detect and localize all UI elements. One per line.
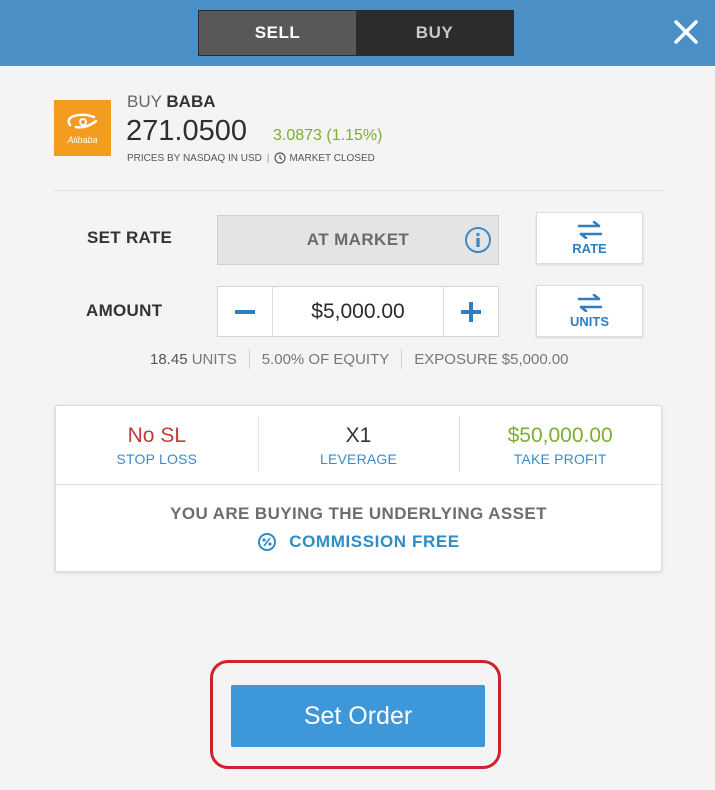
rate-toggle-label: RATE: [572, 240, 607, 256]
stat-separator: [401, 349, 403, 369]
tab-buy[interactable]: BUY: [356, 11, 513, 55]
exposure-stat: EXPOSURE $5,000.00: [414, 350, 569, 368]
take-profit-setting[interactable]: $50,000.00 TAKE PROFIT: [459, 406, 661, 484]
risk-card: No SL STOP LOSS X1 LEVERAGE $50,000.00 T…: [55, 405, 662, 572]
instrument-price: 271.0500: [126, 115, 247, 147]
price-source: PRICES BY NASDAQ IN USD: [127, 152, 262, 164]
price-change: 3.0873 (1.15%): [273, 127, 383, 144]
instrument-symbol: BABA: [166, 92, 216, 111]
underlying-asset-notice: YOU ARE BUYING THE UNDERLYING ASSET: [170, 504, 547, 523]
amount-input[interactable]: $5,000.00: [273, 287, 443, 336]
increase-amount-button[interactable]: [443, 287, 498, 336]
sell-buy-toggle: SELL BUY: [198, 10, 514, 56]
take-profit-value: $50,000.00: [507, 423, 613, 447]
commission-free-link[interactable]: COMMISSION FREE: [56, 532, 661, 552]
units-toggle-label: UNITS: [570, 313, 609, 329]
commission-free-text: COMMISSION FREE: [289, 532, 460, 551]
set-rate-label: SET RATE: [87, 228, 173, 247]
rate-toggle-button[interactable]: RATE: [536, 212, 643, 264]
take-profit-label: TAKE PROFIT: [513, 450, 607, 467]
leverage-label: LEVERAGE: [319, 450, 398, 467]
meta-separator: |: [266, 152, 270, 164]
rate-field[interactable]: AT MARKET: [217, 215, 499, 265]
units-text: UNITS: [191, 350, 237, 368]
equity-stat: 5.00% OF EQUITY: [261, 350, 390, 368]
set-order-button[interactable]: Set Order: [231, 685, 485, 747]
logo-text: Alibaba: [67, 135, 98, 145]
minus-icon: [235, 309, 255, 314]
instrument-title: BUY BABA: [127, 92, 216, 112]
divider: [54, 190, 663, 191]
stat-separator: [248, 349, 250, 369]
market-status: MARKET CLOSED: [289, 152, 375, 164]
units-stat: 18.45 UNITS: [150, 351, 237, 368]
units-toggle-button[interactable]: UNITS: [536, 285, 643, 337]
stop-loss-label: STOP LOSS: [116, 450, 198, 467]
alibaba-logo-icon: [66, 113, 97, 129]
clock-icon: [274, 152, 287, 164]
price-meta: PRICES BY NASDAQ IN USD | MARKET CLOSED: [127, 152, 375, 164]
units-value: 18.45: [150, 350, 188, 368]
leverage-value: X1: [345, 423, 372, 447]
stop-loss-setting[interactable]: No SL STOP LOSS: [56, 406, 258, 484]
plus-icon: [461, 301, 481, 322]
amount-stepper: $5,000.00: [217, 286, 499, 337]
leverage-setting[interactable]: X1 LEVERAGE: [257, 406, 460, 484]
instrument-action: BUY: [127, 92, 162, 111]
commission-icon: [258, 533, 277, 551]
close-icon[interactable]: [668, 14, 704, 50]
rate-value: AT MARKET: [306, 230, 410, 249]
position-stats: 18.45 UNITS 5.00% OF EQUITY EXPOSURE $5,…: [150, 349, 569, 369]
swap-icon: [577, 220, 602, 239]
stop-loss-value: No SL: [127, 423, 187, 447]
order-notice: YOU ARE BUYING THE UNDERLYING ASSET COMM…: [56, 504, 661, 552]
amount-label: AMOUNT: [86, 301, 163, 320]
info-icon[interactable]: [464, 226, 492, 254]
order-header: SELL BUY: [0, 0, 715, 66]
alibaba-logo: Alibaba: [54, 100, 111, 156]
decrease-amount-button[interactable]: [218, 287, 273, 336]
swap-icon: [577, 293, 602, 312]
risk-settings: No SL STOP LOSS X1 LEVERAGE $50,000.00 T…: [56, 406, 661, 485]
tab-sell[interactable]: SELL: [199, 11, 356, 55]
